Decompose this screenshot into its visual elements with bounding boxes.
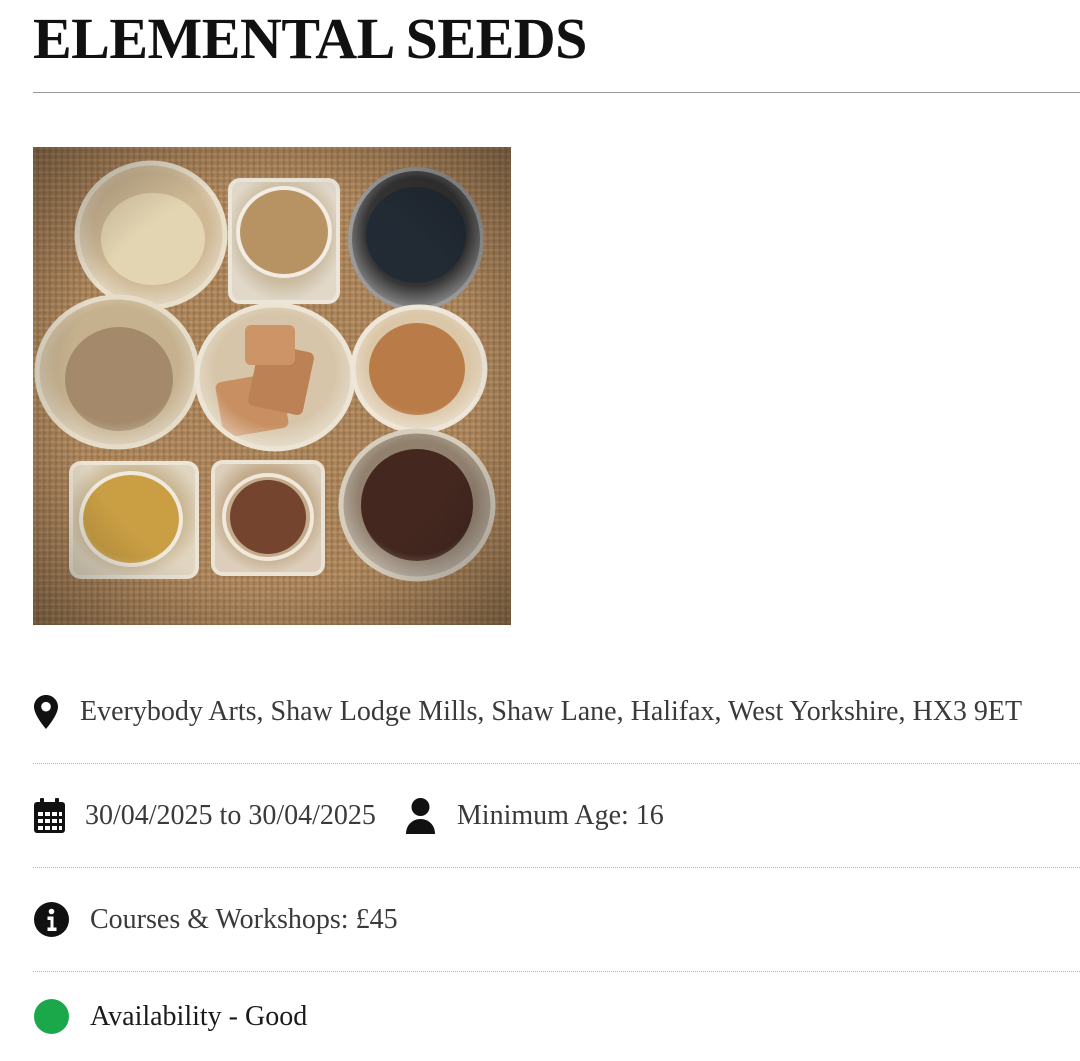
page-title: ELEMENTAL SEEDS xyxy=(33,6,587,71)
location-text: Everybody Arts, Shaw Lodge Mills, Shaw L… xyxy=(80,695,1023,727)
date-age-row: 30/04/2025 to 30/04/2025 Minimum Age: 16 xyxy=(33,764,1080,867)
title-divider xyxy=(33,92,1080,93)
calendar-icon xyxy=(33,798,65,834)
user-icon xyxy=(404,797,438,834)
status-dot-icon xyxy=(33,999,69,1035)
availability-text: Availability - Good xyxy=(90,1000,308,1032)
map-pin-icon xyxy=(33,694,59,730)
minimum-age-text: Minimum Age: 16 xyxy=(456,799,664,831)
info-circle-icon xyxy=(33,902,69,938)
availability-dot xyxy=(33,999,69,1034)
event-page: ELEMENTAL SEEDS Everybody Arts, Shaw Lod… xyxy=(33,0,1080,1061)
price-row: Courses & Workshops: £45 xyxy=(33,868,1080,971)
price-text: Courses & Workshops: £45 xyxy=(90,903,398,935)
location-row: Everybody Arts, Shaw Lodge Mills, Shaw L… xyxy=(33,660,1080,763)
date-range-text: 30/04/2025 to 30/04/2025 xyxy=(85,799,376,831)
availability-row: Availability - Good xyxy=(33,972,1080,1061)
event-image xyxy=(33,147,511,625)
